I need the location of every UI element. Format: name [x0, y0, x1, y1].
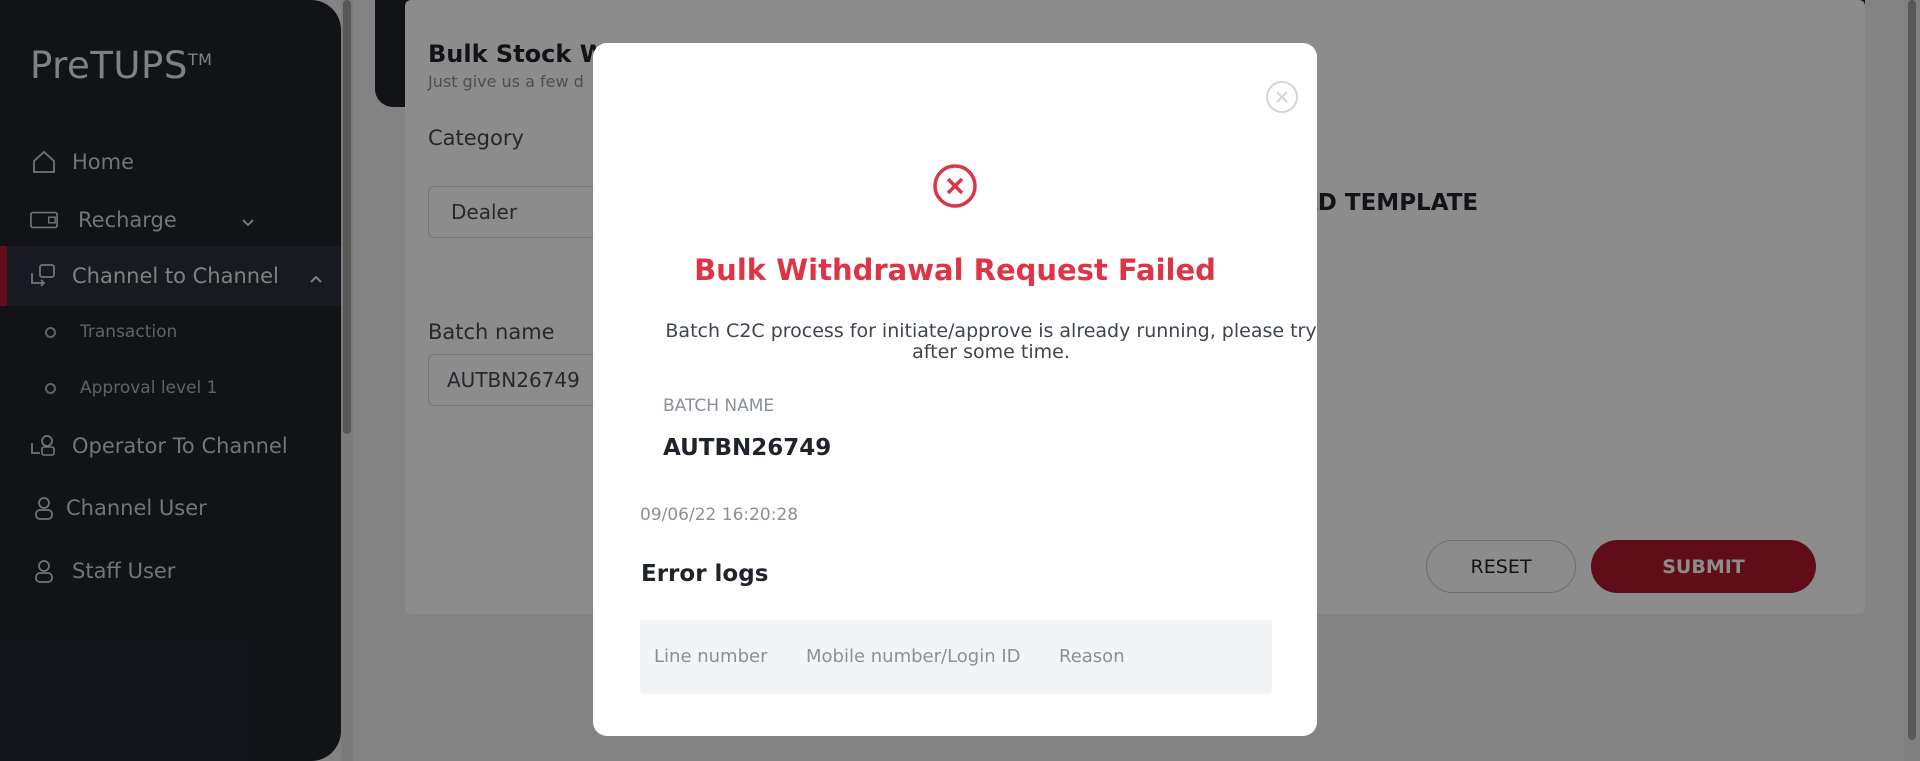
- batch-name-value: AUTBN26749: [663, 435, 832, 461]
- modal-title: Bulk Withdrawal Request Failed: [694, 253, 1216, 287]
- column-header-reason: Reason: [1059, 646, 1125, 667]
- error-icon: [932, 163, 978, 209]
- error-logs-title: Error logs: [641, 561, 769, 587]
- error-modal: Bulk Withdrawal Request Failed Batch C2C…: [593, 43, 1317, 736]
- error-logs-table-header: Line number Mobile number/Login ID Reaso…: [640, 620, 1272, 694]
- column-header-line-number: Line number: [654, 646, 768, 667]
- modal-message: Batch C2C process for initiate/approve i…: [665, 320, 1317, 363]
- column-header-mobile-login: Mobile number/Login ID: [806, 646, 1021, 667]
- close-icon[interactable]: [1265, 80, 1299, 114]
- batch-name-label: BATCH NAME: [663, 396, 775, 416]
- timestamp: 09/06/22 16:20:28: [640, 505, 799, 525]
